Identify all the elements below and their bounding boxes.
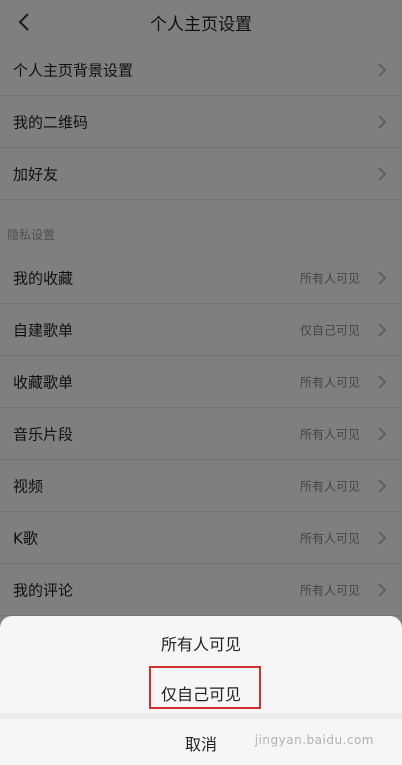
selection-highlight-box xyxy=(149,666,261,709)
watermark: jingyan.baidu.com xyxy=(254,733,374,747)
option-all-visible[interactable]: 所有人可见 xyxy=(0,631,402,655)
sheet-divider xyxy=(0,713,402,719)
